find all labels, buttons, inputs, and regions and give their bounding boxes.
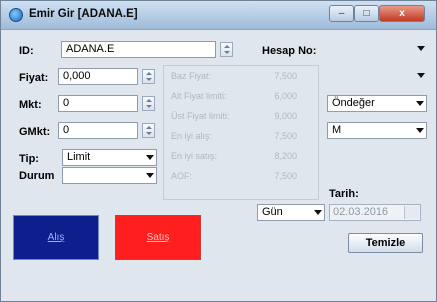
price-info-value: 9,000 bbox=[274, 111, 297, 121]
chevron-down-icon bbox=[416, 101, 424, 106]
price-info-label: En iyi satış: bbox=[171, 151, 218, 161]
stepper-down-icon bbox=[146, 105, 152, 108]
account-no-select[interactable] bbox=[327, 41, 427, 58]
validity-value: Gün bbox=[262, 206, 283, 218]
price-info-row: Baz Fiyat: 7,500 bbox=[163, 71, 319, 87]
clear-button[interactable]: Temizle bbox=[348, 233, 423, 253]
m-select[interactable]: M bbox=[327, 122, 427, 139]
stepper-up-icon bbox=[224, 45, 230, 48]
secondary-select[interactable] bbox=[327, 68, 427, 85]
stepper-up-icon bbox=[146, 99, 152, 102]
price-info-row: Üst Fiyat limiti: 9,000 bbox=[163, 111, 319, 127]
mkt-label: Mkt: bbox=[19, 99, 42, 111]
fiyat-label: Fiyat: bbox=[19, 72, 49, 84]
gmkt-label: GMkt: bbox=[19, 126, 51, 138]
price-info-value: 6,000 bbox=[274, 91, 297, 101]
buy-button[interactable]: Alış bbox=[13, 215, 99, 260]
price-info-value: 8,200 bbox=[274, 151, 297, 161]
order-entry-window: Emir Gir [ADANA.E] – □ x ID: ADANA.E Fiy… bbox=[0, 0, 437, 302]
price-info-label: AOF: bbox=[171, 171, 193, 181]
price-info-value: 7,500 bbox=[274, 131, 297, 141]
price-info-row: En iyi satış: 8,200 bbox=[163, 151, 319, 167]
account-no-label: Hesap No: bbox=[262, 45, 317, 57]
order-type-value: Limit bbox=[67, 151, 91, 163]
quantity-stepper[interactable] bbox=[142, 96, 155, 111]
order-type-select[interactable]: Limit bbox=[62, 149, 157, 166]
visible-quantity-input[interactable]: 0 bbox=[58, 122, 138, 139]
sell-button[interactable]: Satış bbox=[115, 215, 201, 260]
price-info-value: 7,500 bbox=[274, 171, 297, 181]
date-value: 02.03.2016 bbox=[333, 206, 389, 218]
id-label: ID: bbox=[19, 45, 34, 57]
price-input[interactable]: 0,000 bbox=[58, 68, 138, 85]
price-info-label: Baz Fiyat: bbox=[171, 71, 212, 81]
id-field[interactable]: ADANA.E bbox=[61, 41, 216, 58]
m-value: M bbox=[332, 124, 342, 136]
price-info-label: Üst Fiyat limiti: bbox=[171, 111, 230, 121]
default-value: Öndeğer bbox=[332, 97, 375, 109]
price-info-value: 7,500 bbox=[274, 71, 297, 81]
quantity-input[interactable]: 0 bbox=[58, 95, 138, 112]
app-icon bbox=[9, 8, 23, 22]
calendar-icon[interactable] bbox=[404, 206, 419, 219]
stepper-up-icon bbox=[146, 72, 152, 75]
price-info-label: En iyi alış: bbox=[171, 131, 213, 141]
title-bar[interactable]: Emir Gir [ADANA.E] – □ x bbox=[1, 1, 436, 30]
chevron-down-icon bbox=[416, 128, 424, 133]
status-select[interactable] bbox=[62, 167, 157, 184]
stepper-down-icon bbox=[146, 78, 152, 81]
stepper-down-icon bbox=[224, 51, 230, 54]
id-stepper[interactable] bbox=[220, 42, 233, 57]
validity-select[interactable]: Gün bbox=[257, 204, 325, 221]
price-info-row: En iyi alış: 7,500 bbox=[163, 131, 319, 147]
durum-label: Durum bbox=[19, 170, 55, 182]
price-stepper[interactable] bbox=[142, 69, 155, 84]
price-info-row: AOF: 7,500 bbox=[163, 171, 319, 187]
date-input[interactable]: 02.03.2016 bbox=[329, 204, 421, 221]
close-button[interactable]: x bbox=[379, 5, 425, 22]
stepper-up-icon bbox=[146, 126, 152, 129]
chevron-down-icon bbox=[417, 46, 425, 51]
visible-quantity-stepper[interactable] bbox=[142, 123, 155, 138]
minimize-button[interactable]: – bbox=[329, 5, 354, 22]
maximize-button[interactable]: □ bbox=[354, 5, 379, 22]
chevron-down-icon bbox=[146, 173, 154, 178]
price-info-row: Alt Fiyat limiti: 6,000 bbox=[163, 91, 319, 107]
chevron-down-icon bbox=[314, 210, 322, 215]
chevron-down-icon bbox=[146, 155, 154, 160]
tip-label: Tip: bbox=[19, 153, 39, 165]
date-label: Tarih: bbox=[329, 188, 359, 200]
price-info-label: Alt Fiyat limiti: bbox=[171, 91, 227, 101]
default-select[interactable]: Öndeğer bbox=[327, 95, 427, 112]
chevron-down-icon bbox=[417, 73, 425, 78]
window-title: Emir Gir [ADANA.E] bbox=[29, 8, 138, 20]
stepper-down-icon bbox=[146, 132, 152, 135]
